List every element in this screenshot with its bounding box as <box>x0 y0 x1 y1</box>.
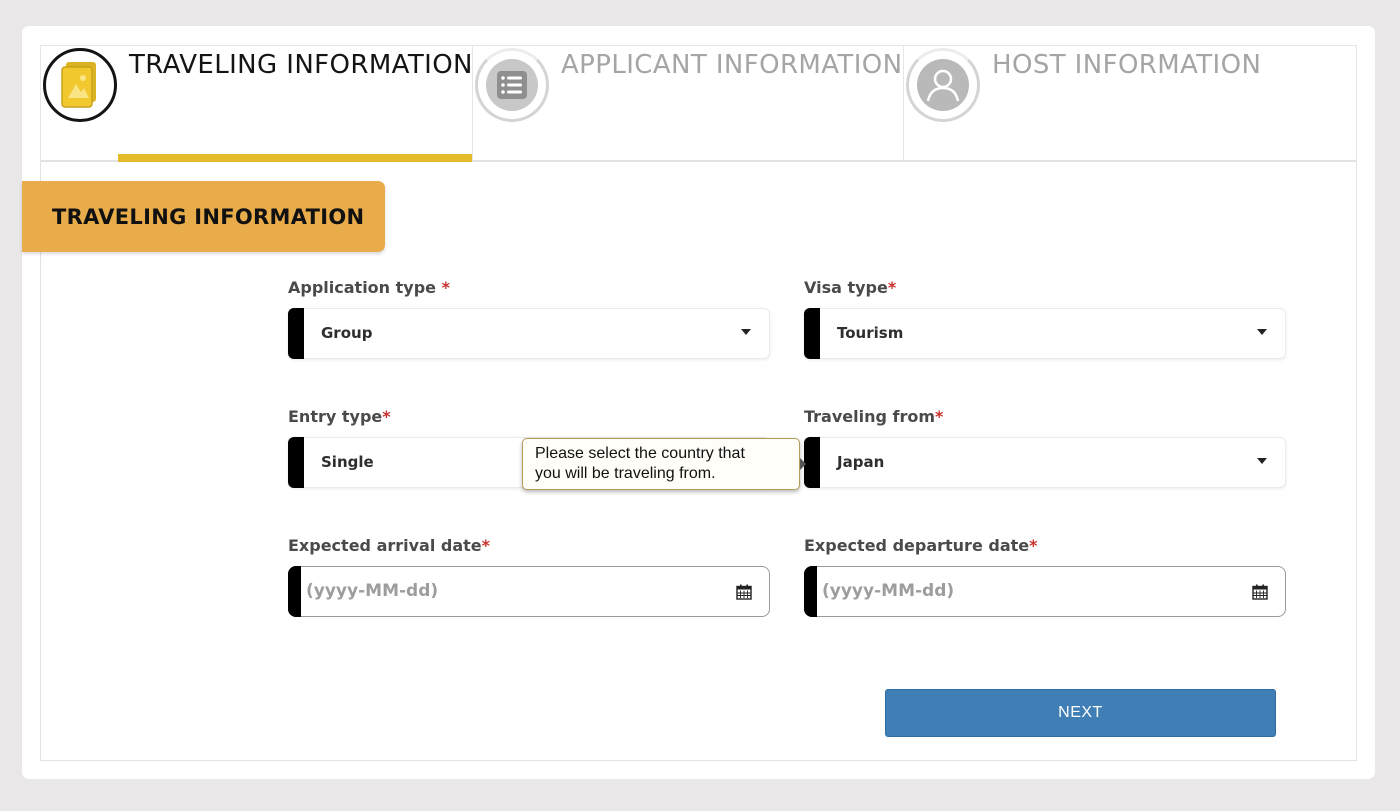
entry-type-label: Entry type* <box>288 407 391 426</box>
section-title: TRAVELING INFORMATION <box>52 204 365 229</box>
visa-type-select[interactable]: Tourism <box>804 308 1286 359</box>
required-marker: * <box>441 278 450 297</box>
list-icon <box>486 59 538 111</box>
field-grip <box>804 308 820 359</box>
visa-type-field: Visa type* Tourism <box>804 278 1286 359</box>
chevron-down-icon <box>1257 458 1267 464</box>
required-marker: * <box>935 407 944 426</box>
tooltip-line: you will be traveling from. <box>535 465 716 482</box>
field-grip <box>288 437 304 488</box>
step-label: HOST INFORMATION <box>992 50 1262 80</box>
tooltip-line: Please select the country that <box>535 445 745 462</box>
entry-type-value: Single <box>321 453 374 471</box>
application-type-select[interactable]: Group <box>288 308 770 359</box>
traveling-from-value: Japan <box>837 453 885 471</box>
application-type-value: Group <box>321 324 373 342</box>
calendar-icon[interactable] <box>1252 584 1268 600</box>
arrival-date-label: Expected arrival date* <box>288 536 491 555</box>
chevron-down-icon <box>1257 329 1267 335</box>
step-applicant-information[interactable]: APPLICANT INFORMATION <box>472 46 903 160</box>
step-circle <box>475 48 549 122</box>
required-marker: * <box>1029 536 1038 555</box>
arrival-date-field: Expected arrival date* (yyyy-MM-dd) <box>288 536 770 617</box>
visa-type-label: Visa type* <box>804 278 897 297</box>
passport-icon <box>61 62 96 108</box>
active-step-indicator <box>118 154 472 162</box>
step-host-information[interactable]: HOST INFORMATION <box>903 46 1356 160</box>
next-button[interactable]: NEXT <box>885 689 1276 737</box>
traveling-from-tooltip: Please select the country that you will … <box>522 438 806 490</box>
step-label: TRAVELING INFORMATION <box>129 50 473 80</box>
step-circle <box>43 48 117 122</box>
section-title-tab: TRAVELING INFORMATION <box>22 181 385 252</box>
field-grip <box>288 308 304 359</box>
traveling-from-field: Traveling from* Japan <box>804 407 1286 488</box>
entry-type-field: Entry type* Single <box>288 407 770 488</box>
visa-type-value: Tourism <box>837 324 904 342</box>
calendar-icon[interactable] <box>736 584 752 600</box>
departure-date-placeholder: (yyyy-MM-dd) <box>822 581 955 601</box>
arrival-date-input[interactable]: (yyyy-MM-dd) <box>288 566 770 617</box>
required-marker: * <box>887 278 897 297</box>
step-label: APPLICANT INFORMATION <box>561 50 903 80</box>
arrival-date-placeholder: (yyyy-MM-dd) <box>306 581 439 601</box>
field-grip <box>288 566 301 617</box>
tooltip-arrow <box>800 458 806 470</box>
application-type-label: Application type * <box>288 278 450 297</box>
traveling-from-select[interactable]: Japan <box>804 437 1286 488</box>
required-marker: * <box>382 407 391 426</box>
step-circle <box>906 48 980 122</box>
traveling-from-label: Traveling from* <box>804 407 944 426</box>
required-marker: * <box>481 536 491 555</box>
departure-date-input[interactable]: (yyyy-MM-dd) <box>804 566 1286 617</box>
chevron-down-icon <box>741 329 751 335</box>
wizard-steps: TRAVELING INFORMATION APPLICANT INFORMAT… <box>40 45 1357 162</box>
application-type-field: Application type * Group <box>288 278 770 359</box>
departure-date-label: Expected departure date* <box>804 536 1038 555</box>
step-traveling-information[interactable]: TRAVELING INFORMATION <box>41 46 473 162</box>
user-icon <box>917 59 969 111</box>
field-grip <box>804 566 817 617</box>
departure-date-field: Expected departure date* (yyyy-MM-dd) <box>804 536 1286 617</box>
field-grip <box>804 437 820 488</box>
